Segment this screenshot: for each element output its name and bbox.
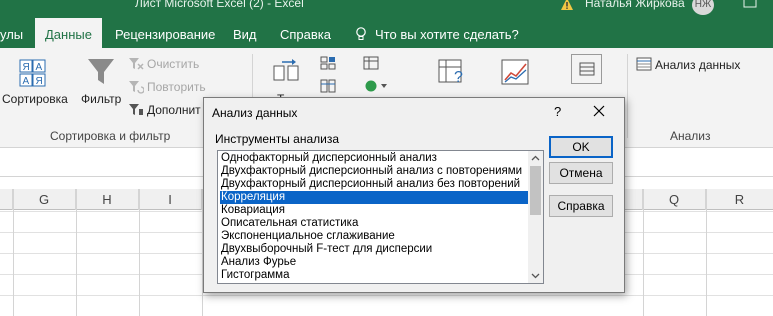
text-to-columns-icon[interactable] bbox=[272, 56, 302, 84]
grid-line bbox=[139, 189, 140, 316]
tab-data[interactable]: Данные bbox=[35, 18, 102, 48]
tools-list: Однофакторный дисперсионный анализ Двухфа… bbox=[220, 152, 530, 282]
filter-icon bbox=[88, 59, 114, 84]
help-button[interactable]: Справка bbox=[549, 195, 613, 217]
reapply-icon bbox=[129, 81, 144, 94]
clear-button[interactable]: Очистить bbox=[147, 57, 199, 71]
what-if-analysis-icon[interactable]: ? bbox=[437, 56, 469, 88]
grid-line bbox=[643, 189, 644, 316]
column-header[interactable] bbox=[0, 189, 13, 210]
consolidate-icon[interactable] bbox=[363, 56, 379, 70]
relationships-icon[interactable] bbox=[363, 79, 389, 93]
lightbulb-icon bbox=[356, 27, 366, 40]
tab-help[interactable]: Справка bbox=[280, 18, 331, 48]
sort-filter-group-label: Сортировка и фильтр bbox=[50, 129, 171, 143]
remove-duplicates-icon[interactable] bbox=[320, 79, 336, 93]
ribbon-display-icon[interactable] bbox=[738, 0, 762, 13]
grid-line bbox=[13, 189, 14, 316]
column-header-r[interactable]: R bbox=[706, 189, 773, 210]
document-title: Лист Microsoft Excel (2) - Excel bbox=[135, 0, 304, 10]
warning-icon[interactable] bbox=[560, 0, 574, 11]
list-item[interactable]: Двухвыборочный F-тест для дисперсии bbox=[220, 243, 530, 256]
user-name[interactable]: Наталья Жиркова bbox=[585, 0, 685, 10]
svg-text:?: ? bbox=[454, 69, 463, 86]
chevron-up-icon[interactable] bbox=[528, 151, 543, 166]
analysis-group-label: Анализ bbox=[670, 129, 711, 143]
dialog-title: Анализ данных bbox=[212, 106, 298, 120]
sort-icon: Я А А Я bbox=[19, 59, 46, 87]
tab-formulas[interactable]: улы bbox=[0, 18, 23, 48]
list-item[interactable]: Двухфакторный дисперсионный анализ без п… bbox=[220, 178, 530, 191]
svg-text:А: А bbox=[23, 76, 30, 87]
list-item[interactable]: Описательная статистика bbox=[220, 217, 530, 230]
tab-view[interactable]: Вид bbox=[233, 18, 257, 48]
ok-button[interactable]: OK bbox=[549, 136, 613, 158]
tools-listbox[interactable]: Однофакторный дисперсионный анализ Двухфа… bbox=[217, 150, 544, 284]
clear-filter-icon bbox=[129, 58, 144, 70]
reapply-button[interactable]: Повторить bbox=[147, 80, 206, 94]
tell-me-search[interactable]: Что вы хотите сделать? bbox=[355, 18, 519, 48]
column-header-h[interactable]: H bbox=[76, 189, 139, 210]
filter-button[interactable]: Фильтр bbox=[81, 92, 121, 106]
forecast-sheet-icon[interactable] bbox=[500, 56, 532, 88]
chevron-down-icon[interactable] bbox=[528, 268, 543, 283]
cancel-button[interactable]: Отмена bbox=[549, 162, 613, 184]
data-analysis-button[interactable]: Анализ данных bbox=[655, 58, 740, 72]
flash-fill-icon[interactable] bbox=[320, 56, 336, 70]
avatar[interactable]: НЖ bbox=[692, 0, 714, 15]
svg-text:Я: Я bbox=[23, 62, 30, 73]
dialog-help-icon[interactable]: ? bbox=[554, 104, 561, 119]
tab-review[interactable]: Рецензирование bbox=[115, 18, 215, 48]
list-item[interactable]: Ковариация bbox=[220, 204, 530, 217]
data-analysis-icon bbox=[636, 57, 652, 71]
list-item[interactable]: Однофакторный дисперсионный анализ bbox=[220, 152, 530, 165]
sort-button[interactable]: Сортировка bbox=[2, 92, 68, 106]
tools-label: Инструменты анализа bbox=[215, 132, 340, 146]
tell-me-label: Что вы хотите сделать? bbox=[375, 27, 519, 42]
grid-line bbox=[706, 189, 707, 316]
ribbon-tabs: улы Данные Рецензирование Вид Справка Чт… bbox=[0, 18, 773, 48]
outline-icon bbox=[579, 62, 595, 76]
list-item[interactable]: Гистограмма bbox=[220, 269, 530, 282]
grid-line bbox=[76, 189, 77, 316]
column-header-q[interactable]: Q bbox=[643, 189, 706, 210]
group-divider bbox=[627, 54, 628, 138]
svg-text:Я: Я bbox=[36, 76, 43, 87]
list-item[interactable]: Двухфакторный дисперсионный анализ с пов… bbox=[220, 165, 530, 178]
column-header-g[interactable]: G bbox=[13, 189, 76, 210]
advanced-button[interactable]: Дополнит bbox=[147, 103, 201, 117]
column-header-i[interactable]: I bbox=[139, 189, 202, 210]
close-icon[interactable] bbox=[592, 104, 606, 118]
list-item[interactable]: Корреляция bbox=[220, 191, 530, 204]
data-analysis-dialog: Анализ данных ? Инструменты анализа Одно… bbox=[203, 97, 625, 293]
list-item[interactable]: Анализ Фурье bbox=[220, 256, 530, 269]
svg-text:А: А bbox=[36, 62, 43, 73]
outline-button[interactable] bbox=[571, 54, 602, 84]
title-bar: Лист Microsoft Excel (2) - Excel Наталья… bbox=[0, 0, 773, 18]
listbox-scrollbar[interactable] bbox=[528, 151, 543, 283]
scroll-thumb[interactable] bbox=[530, 166, 541, 215]
advanced-filter-icon bbox=[129, 104, 143, 115]
list-item[interactable]: Экспоненциальное сглаживание bbox=[220, 230, 530, 243]
